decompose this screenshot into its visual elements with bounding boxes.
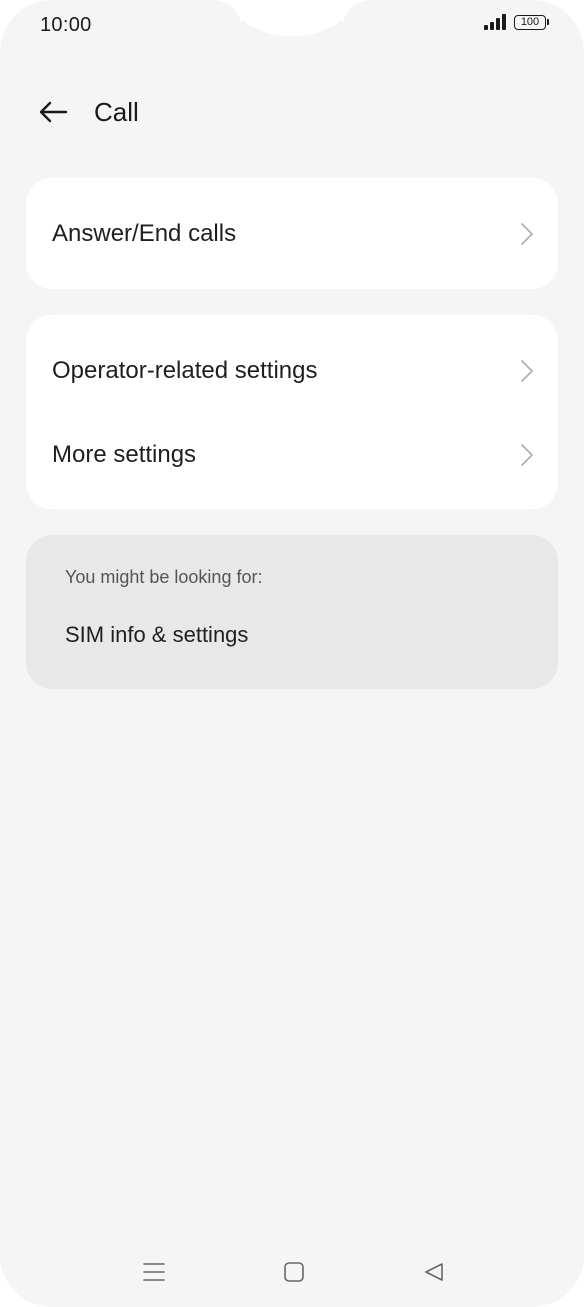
operator-related-settings-item[interactable]: Operator-related settings (26, 329, 558, 413)
system-back-button[interactable] (414, 1252, 454, 1292)
menu-icon (143, 1263, 165, 1281)
answer-end-calls-label: Answer/End calls (52, 219, 237, 247)
back-button[interactable] (36, 95, 70, 129)
battery-level: 100 (520, 15, 540, 28)
page-title: Call (94, 96, 139, 127)
more-settings-item[interactable]: More settings (26, 413, 558, 497)
chevron-right-icon (521, 222, 533, 245)
home-button[interactable] (274, 1252, 314, 1292)
suggestions-heading: You might be looking for: (65, 567, 263, 587)
status-time: 10:00 (40, 14, 92, 36)
settings-group-operator: Operator-related settings More settings (26, 315, 558, 509)
system-nav-bar (0, 1252, 584, 1292)
answer-end-calls-item[interactable]: Answer/End calls (26, 178, 558, 289)
battery-icon: 100 (514, 14, 549, 30)
home-icon (284, 1262, 304, 1282)
more-settings-label: More settings (52, 441, 197, 468)
recent-apps-button[interactable] (134, 1252, 174, 1292)
chevron-right-icon (521, 444, 533, 466)
sim-info-settings-link[interactable]: SIM info & settings (65, 622, 519, 648)
arrow-left-icon (39, 101, 68, 123)
camera-notch (232, 0, 352, 36)
suggestions-card: You might be looking for: SIM info & set… (26, 535, 558, 689)
operator-related-settings-label: Operator-related settings (52, 357, 318, 384)
back-triangle-icon (425, 1263, 443, 1281)
settings-group-answer: Answer/End calls (26, 178, 558, 289)
signal-icon (484, 14, 506, 30)
app-header: Call (36, 88, 139, 136)
status-icons: 100 (484, 14, 549, 30)
chevron-right-icon (521, 360, 533, 382)
phone-screen: 10:00 100 Call Answer/End calls Operator… (0, 0, 584, 1307)
